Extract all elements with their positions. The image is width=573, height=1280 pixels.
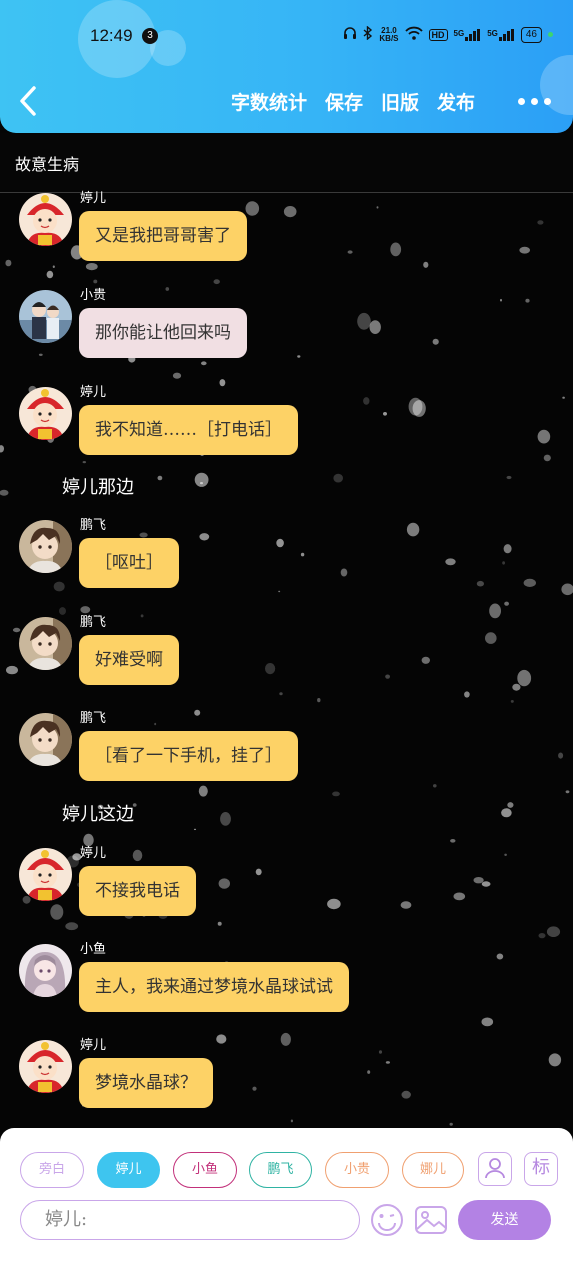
avatar-tinger[interactable] <box>19 387 72 440</box>
avatar-pengfei[interactable] <box>19 713 72 766</box>
mark-icon[interactable]: 标 <box>524 1152 558 1186</box>
app-screen: 12:49 3 21.0 KB/S HD 5G 5G 46 字数统计 保存 旧版… <box>0 0 573 1280</box>
message-bubble[interactable]: 不接我电话 <box>79 866 196 916</box>
role-chip-xiaoyu[interactable]: 小鱼 <box>173 1152 237 1188</box>
avatar-tinger[interactable] <box>19 848 72 901</box>
decor-bubble <box>540 55 573 115</box>
composer-panel: 旁白 婷儿 小鱼 鹏飞 小贵 娜儿 标 婷儿: 发送 <box>0 1128 573 1280</box>
battery-icon: 46 <box>520 26 542 43</box>
hd-voice-badge: HD <box>428 28 448 41</box>
character-icon[interactable] <box>478 1152 512 1186</box>
publish-button[interactable]: 发布 <box>437 88 475 115</box>
role-chip-naer[interactable]: 娜儿 <box>402 1152 464 1188</box>
avatar-pengfei[interactable] <box>19 617 72 670</box>
signal-label: 5G <box>453 28 465 38</box>
signal-icon: 5G <box>453 28 482 41</box>
message-bubble[interactable]: ［看了一下手机，挂了］ <box>79 731 298 781</box>
emoji-icon[interactable] <box>369 1202 405 1238</box>
signal-label: 5G <box>487 28 498 38</box>
speaker-name: 鹏飞 <box>80 711 107 726</box>
message-bubble[interactable]: 梦境水晶球？ <box>79 1058 213 1108</box>
role-chip-pengfei[interactable]: 鹏飞 <box>249 1152 312 1188</box>
avatar-xiaogui[interactable] <box>19 290 72 343</box>
narration-text[interactable]: 婷儿那边 <box>62 473 134 499</box>
narration-text[interactable]: 婷儿这边 <box>62 800 134 826</box>
speaker-name: 婷儿 <box>80 1038 107 1053</box>
status-time: 12:49 <box>90 26 133 45</box>
speaker-name: 婷儿 <box>80 846 107 861</box>
old-version-button[interactable]: 旧版 <box>381 88 419 115</box>
avatar-tinger[interactable] <box>19 193 72 246</box>
message-input[interactable]: 婷儿: <box>20 1200 360 1240</box>
send-button[interactable]: 发送 <box>458 1200 551 1240</box>
back-button[interactable] <box>18 84 44 120</box>
speaker-name: 鹏飞 <box>80 518 107 533</box>
avatar-pengfei[interactable] <box>19 520 72 573</box>
speaker-name: 婷儿 <box>80 191 107 206</box>
story-title: 故意生病 <box>15 155 80 174</box>
message-bubble[interactable]: 主人，我来通过梦境水晶球试试 <box>79 962 349 1012</box>
word-count-button[interactable]: 字数统计 <box>231 88 307 115</box>
role-chip-xiaogui[interactable]: 小贵 <box>325 1152 389 1188</box>
message-bubble[interactable]: 又是我把哥哥害了 <box>79 211 247 261</box>
speaker-name: 小鱼 <box>80 942 107 957</box>
image-icon[interactable] <box>413 1202 449 1238</box>
header-actions: 字数统计 保存 旧版 发布 <box>231 88 475 115</box>
net-speed: 21.0 KB/S <box>379 26 399 43</box>
signal-icon: 5G <box>487 28 515 41</box>
status-icons: 21.0 KB/S HD 5G 5G 46 <box>343 25 553 43</box>
status-bar: 12:49 3 21.0 KB/S HD 5G 5G 46 <box>0 22 573 52</box>
top-app-bar: 12:49 3 21.0 KB/S HD 5G 5G 46 字数统计 保存 旧版… <box>0 0 573 133</box>
speaker-name: 鹏飞 <box>80 615 107 630</box>
message-bubble[interactable]: 那你能让他回来吗 <box>79 308 247 358</box>
speaker-name: 婷儿 <box>80 385 107 400</box>
charging-dot-icon <box>548 32 553 37</box>
speaker-name: 小贵 <box>80 288 107 303</box>
wifi-icon <box>404 26 423 43</box>
save-button[interactable]: 保存 <box>325 88 363 115</box>
story-title-bar: 故意生病 <box>0 133 573 193</box>
net-speed-unit: KB/S <box>379 33 399 43</box>
message-bubble[interactable]: 好难受啊 <box>79 635 179 685</box>
message-bubble[interactable]: 我不知道……［打电话］ <box>79 405 298 455</box>
avatar-xiaoyu[interactable] <box>19 944 72 997</box>
notification-badge: 3 <box>142 28 158 44</box>
headphones-icon <box>343 26 357 43</box>
more-menu-icon[interactable] <box>518 98 551 105</box>
role-chip-tinger[interactable]: 婷儿 <box>97 1152 160 1188</box>
role-chip-narrator[interactable]: 旁白 <box>20 1152 84 1188</box>
bluetooth-icon <box>363 25 373 43</box>
avatar-tinger[interactable] <box>19 1040 72 1093</box>
message-bubble[interactable]: ［呕吐］ <box>79 538 179 588</box>
